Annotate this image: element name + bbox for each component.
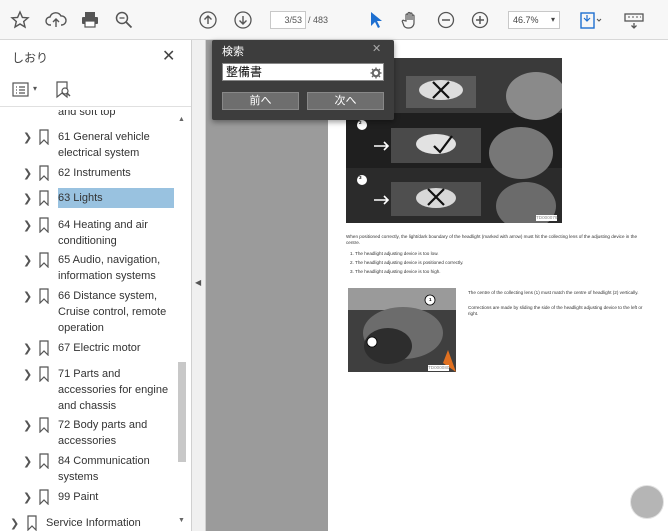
star-icon[interactable] bbox=[8, 6, 32, 34]
bookmark-label: 84 Communication systems bbox=[58, 455, 150, 483]
bookmark-icon bbox=[26, 515, 38, 531]
bookmark-label: 62 Instruments bbox=[58, 167, 131, 179]
bookmark-label: Service Information bbox=[46, 517, 141, 529]
side-text-corrections: Corrections are made by sliding the side… bbox=[468, 305, 643, 316]
bookmarks-panel: しおり ✕ ▾ and soft top ❯ 61 General vehicl… bbox=[0, 40, 192, 531]
scroll-up-icon[interactable]: ▲ bbox=[178, 116, 185, 123]
page-nav-overlay[interactable] bbox=[630, 485, 664, 519]
panel-splitter[interactable]: ◀ bbox=[192, 40, 206, 531]
close-icon[interactable]: ✕ bbox=[372, 42, 381, 55]
bookmark-icon bbox=[38, 165, 50, 186]
bookmark-options-icon[interactable] bbox=[12, 82, 30, 103]
bookmark-icon bbox=[38, 190, 50, 211]
photo-callout-3: 3 bbox=[359, 175, 362, 180]
chevron-right-icon[interactable]: ❯ bbox=[23, 491, 32, 504]
bookmarks-toolbar: ▾ bbox=[0, 76, 191, 107]
bookmark-label: 64 Heating and air conditioning bbox=[58, 219, 148, 247]
cloud-upload-icon[interactable] bbox=[44, 6, 68, 34]
bookmark-icon bbox=[38, 489, 50, 510]
find-panel: 検索 ✕ 整備書 前へ 次へ bbox=[212, 40, 394, 120]
bookmark-label: 66 Distance system, Cruise control, remo… bbox=[58, 290, 167, 334]
bookmark-icon bbox=[38, 288, 50, 309]
bookmark-label: 99 Paint bbox=[58, 491, 99, 503]
bookmark-label: and soft top bbox=[58, 110, 116, 118]
bookmark-scrollbar[interactable]: ▲ ▼ bbox=[176, 112, 188, 528]
photo-code-1: TD000079 bbox=[536, 215, 558, 221]
chevron-right-icon[interactable]: ❯ bbox=[23, 368, 32, 381]
bookmark-icon bbox=[38, 366, 50, 387]
chevron-right-icon[interactable]: ❯ bbox=[10, 517, 19, 530]
bookmark-icon bbox=[38, 417, 50, 438]
bookmark-label: 63 Lights bbox=[58, 188, 174, 208]
chevron-right-icon[interactable]: ❯ bbox=[23, 131, 32, 144]
page-number-input[interactable]: 3/53 bbox=[270, 11, 306, 29]
list-item: 2. The headlight adjusting device is pos… bbox=[350, 260, 464, 265]
find-bookmark-icon[interactable] bbox=[54, 80, 72, 105]
find-input[interactable]: 整備書 bbox=[222, 63, 384, 81]
collapse-panel-icon[interactable]: ◀ bbox=[195, 278, 201, 287]
bookmark-label: 71 Parts and accessories for engine and … bbox=[58, 368, 169, 412]
photo-code-2: TD000080 bbox=[428, 365, 450, 371]
chevron-right-icon[interactable]: ❯ bbox=[23, 455, 32, 468]
side-text-centre: The centre of the collecting lens (1) mu… bbox=[468, 290, 639, 295]
gear-icon[interactable] bbox=[370, 66, 392, 84]
zoom-out-icon[interactable] bbox=[434, 6, 458, 34]
headlight-photo-2: 1 TD000080 bbox=[348, 288, 456, 372]
chevron-right-icon[interactable]: ❯ bbox=[23, 192, 32, 205]
bookmark-label: 61 General vehicle electrical system bbox=[58, 131, 150, 159]
hand-icon[interactable] bbox=[398, 6, 422, 34]
chevron-right-icon[interactable]: ❯ bbox=[23, 290, 32, 303]
find-next-button[interactable]: 次へ bbox=[307, 92, 384, 110]
bookmark-icon bbox=[38, 252, 50, 273]
chevron-right-icon[interactable]: ❯ bbox=[23, 254, 32, 267]
bookmark-label: 72 Body parts and accessories bbox=[58, 419, 148, 447]
toolbar: 3/53 / 483 46.7% ▾ bbox=[0, 0, 668, 40]
bookmark-icon bbox=[38, 453, 50, 474]
zoom-level-value: 46.7% bbox=[513, 15, 539, 25]
chevron-right-icon[interactable]: ❯ bbox=[23, 419, 32, 432]
bookmark-label: 67 Electric motor bbox=[58, 342, 141, 354]
photo-callout-1: 1 bbox=[429, 297, 432, 302]
chevron-down-icon[interactable]: ▾ bbox=[33, 84, 37, 93]
bookmark-icon bbox=[38, 129, 50, 150]
scrollbar-thumb[interactable] bbox=[178, 362, 186, 462]
bookmarks-header: しおり ✕ bbox=[0, 40, 191, 72]
zoom-in-icon[interactable] bbox=[468, 6, 492, 34]
bookmark-label: 65 Audio, navigation, information system… bbox=[58, 254, 161, 282]
page-total: / 483 bbox=[308, 15, 329, 25]
find-prev-button[interactable]: 前へ bbox=[222, 92, 299, 110]
chevron-right-icon[interactable]: ❯ bbox=[23, 219, 32, 232]
bookmarks-title: しおり bbox=[12, 51, 49, 65]
page-down-icon[interactable] bbox=[231, 6, 255, 34]
fit-page-icon[interactable] bbox=[576, 6, 604, 34]
list-item: 1. The headlight adjusting device is too… bbox=[350, 251, 439, 256]
select-cursor-icon[interactable] bbox=[364, 6, 388, 34]
page-up-icon[interactable] bbox=[196, 6, 220, 34]
find-title: 検索 bbox=[222, 46, 244, 58]
scroll-down-icon[interactable]: ▼ bbox=[178, 517, 185, 524]
bookmark-icon bbox=[38, 340, 50, 361]
bookmark-list: and soft top ❯ 61 General vehicle electr… bbox=[0, 110, 176, 531]
close-icon[interactable]: ✕ bbox=[162, 46, 175, 66]
chevron-right-icon[interactable]: ❯ bbox=[23, 167, 32, 180]
caption-positioning: When positioned correctly, the light/dar… bbox=[346, 234, 638, 245]
list-item: 3. The headlight adjusting device is too… bbox=[350, 269, 441, 274]
chevron-down-icon: ▾ bbox=[550, 15, 555, 24]
chevron-right-icon[interactable]: ❯ bbox=[23, 342, 32, 355]
bookmark-icon bbox=[38, 217, 50, 238]
print-icon[interactable] bbox=[78, 6, 102, 34]
keyboard-icon[interactable] bbox=[620, 6, 648, 34]
photo-callout-2: 2 bbox=[359, 120, 362, 125]
zoom-level-select[interactable]: 46.7% ▾ bbox=[508, 11, 560, 29]
zoom-search-icon[interactable] bbox=[112, 6, 136, 34]
